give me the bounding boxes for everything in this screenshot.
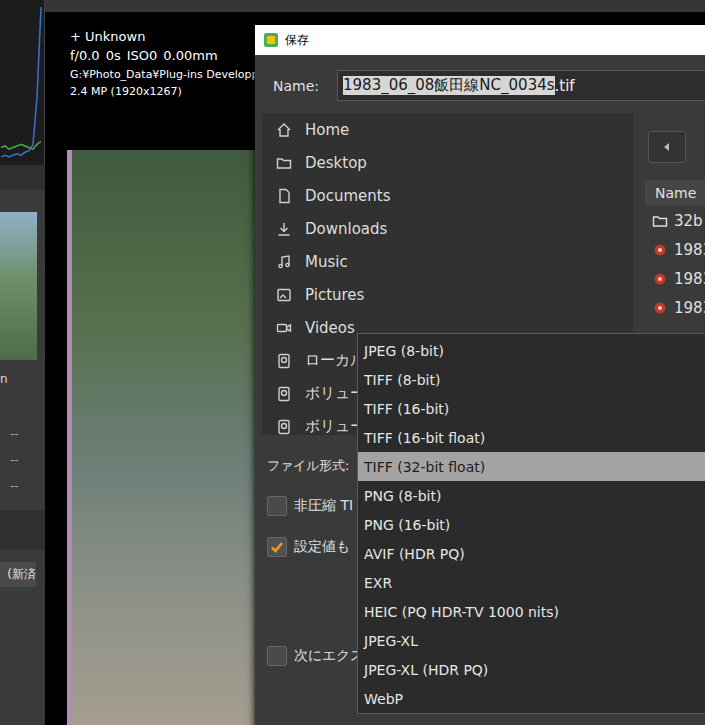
checkbox[interactable] <box>267 496 287 516</box>
sidebar-label: Downloads <box>305 220 387 238</box>
menu-item[interactable]: PNG (16-bit) <box>358 510 705 539</box>
file-row[interactable]: 1983 <box>645 264 705 293</box>
sidebar-label: Documents <box>305 187 391 205</box>
file-name: 32b <box>674 212 703 230</box>
navigator-panel: n -- -- -- <box>0 190 45 510</box>
menu-item[interactable]: WebP <box>358 684 705 713</box>
side-value: -- <box>10 452 45 468</box>
sidebar-item[interactable]: Documents <box>262 179 633 212</box>
sidebar-item[interactable]: Home <box>262 113 633 146</box>
menu-item[interactable]: JPEG (8-bit) <box>358 336 705 365</box>
folder-icon <box>652 213 668 229</box>
menu-item[interactable]: PNG (8-bit) <box>358 481 705 510</box>
exif-item: 0s <box>106 47 121 65</box>
side-value: -- <box>10 478 45 494</box>
home-icon <box>276 122 292 138</box>
left-panel: n -- -- -- 新済) <box>0 0 45 725</box>
history-panel: 新済) <box>0 550 45 725</box>
download-icon <box>276 221 292 237</box>
sidebar-label: Desktop <box>305 154 367 172</box>
toolbar <box>45 0 705 12</box>
histogram <box>0 0 45 165</box>
file-name: 1983 <box>674 241 705 259</box>
menu-item[interactable]: TIFF (16-bit float) <box>358 423 705 452</box>
checkbox[interactable] <box>267 537 287 557</box>
exif-item: f/0.0 <box>70 47 100 65</box>
dialog-title: 保存 <box>285 32 309 49</box>
image-file-icon <box>652 271 668 287</box>
sidebar-item[interactable]: Desktop <box>262 146 633 179</box>
file-row[interactable]: 1983 <box>645 293 705 322</box>
app-icon <box>263 32 279 48</box>
name-input[interactable]: 1983_06_08飯田線NC_0034s.tif <box>337 70 705 101</box>
exif-item: ISO0 <box>127 47 158 65</box>
menu-item[interactable]: AVIF (HDR PQ) <box>358 539 705 568</box>
name-row: Name: 1983_06_08飯田線NC_0034s.tif <box>262 70 705 101</box>
menu-item[interactable]: TIFF (8-bit) <box>358 365 705 394</box>
menu-item[interactable]: TIFF (16-bit) <box>358 394 705 423</box>
picture-icon <box>276 287 292 303</box>
folder-icon <box>276 155 292 171</box>
menu-item[interactable]: HEIC (PQ HDR-TV 1000 nits) <box>358 597 705 626</box>
document-icon <box>276 188 292 204</box>
side-button[interactable]: 新済) <box>0 562 36 587</box>
name-extension: .tif <box>555 77 575 95</box>
checkbox-label: 設定値も <box>294 538 350 556</box>
sidebar-item[interactable]: Music <box>262 245 633 278</box>
side-label: n <box>0 372 45 386</box>
music-icon <box>276 254 292 270</box>
menu-item[interactable]: TIFF (32-bit float) <box>358 452 705 481</box>
sidebar-label: Home <box>305 121 349 139</box>
navigator-thumbnail[interactable] <box>0 212 37 360</box>
left-arrow-icon <box>662 142 672 152</box>
side-value: -- <box>10 426 45 442</box>
sidebar-label: ローカル <box>305 351 365 370</box>
check-icon <box>269 539 285 555</box>
checkbox[interactable] <box>267 646 287 666</box>
checkbox-label: 次にエクス <box>294 647 364 665</box>
menu-item[interactable]: JPEG-XL (HDR PQ) <box>358 655 705 684</box>
drive-icon <box>276 386 292 402</box>
file-row[interactable]: 1983 <box>645 235 705 264</box>
histogram-blue-line <box>1 7 41 157</box>
selected-text: 1983_06_08飯田線NC_0034s <box>343 76 555 95</box>
checkbox-label: 非圧縮 TI <box>294 497 353 515</box>
title-bar: 保存 <box>255 25 705 55</box>
file-name: 1983 <box>674 299 705 317</box>
sidebar-label: Videos <box>305 319 355 337</box>
image-file-icon <box>652 242 668 258</box>
exif-item: 0.00mm <box>163 47 217 65</box>
file-row[interactable]: 32b <box>645 206 705 235</box>
image-file-icon <box>652 300 668 316</box>
name-label: Name: <box>273 78 337 94</box>
back-button[interactable] <box>648 131 686 163</box>
drive-icon <box>276 353 292 369</box>
sidebar-label: Pictures <box>305 286 364 304</box>
column-header[interactable]: Name <box>645 180 705 206</box>
menu-item[interactable]: EXR <box>358 568 705 597</box>
drive-icon <box>276 419 292 435</box>
file-name: 1983 <box>674 270 705 288</box>
screen: n ------ 新済) + Unknown f/0.00sISO00.00mm… <box>0 0 705 725</box>
sidebar-item[interactable]: Pictures <box>262 278 633 311</box>
histogram-chart <box>0 0 42 162</box>
histogram-green-line <box>1 141 41 149</box>
menu-item[interactable]: JPEG-XL <box>358 626 705 655</box>
sidebar-item[interactable]: Downloads <box>262 212 633 245</box>
video-icon <box>276 320 292 336</box>
sidebar-label: Music <box>305 253 348 271</box>
format-dropdown-menu: JPEG (8-bit)TIFF (8-bit)TIFF (16-bit)TIF… <box>357 333 705 714</box>
